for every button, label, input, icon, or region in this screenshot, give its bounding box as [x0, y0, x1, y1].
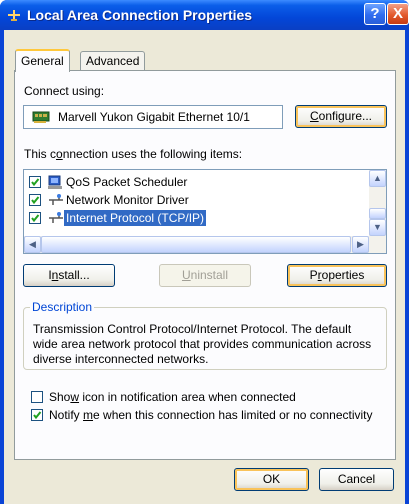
help-button[interactable]: ?: [364, 3, 386, 25]
scroll-down-icon[interactable]: ▼: [369, 219, 386, 236]
general-tab-panel: Connect using: Marvell Yukon Gigabit Eth…: [14, 70, 396, 460]
item-label: Network Monitor Driver: [66, 193, 189, 207]
install-button[interactable]: Install...: [23, 264, 115, 287]
qos-icon: [47, 174, 65, 190]
tab-general[interactable]: General: [15, 49, 70, 72]
scroll-left-icon[interactable]: ◀: [24, 236, 41, 253]
horizontal-scrollbar[interactable]: ◀ ▶: [24, 236, 386, 253]
properties-dialog: Local Area Connection Properties ? X Gen…: [0, 0, 409, 504]
adapter-name: Marvell Yukon Gigabit Ethernet 10/1: [58, 110, 250, 124]
item-checkbox[interactable]: [29, 194, 41, 206]
scroll-thumb[interactable]: [369, 208, 386, 219]
list-item[interactable]: Network Monitor Driver: [24, 191, 364, 209]
ok-button[interactable]: OK: [234, 468, 309, 491]
components-list[interactable]: QoS Packet Scheduler Network Monitor Dri…: [23, 169, 387, 254]
item-label: QoS Packet Scheduler: [66, 175, 188, 189]
notify-checkbox[interactable]: [31, 409, 43, 421]
network-adapter-icon: [32, 110, 50, 124]
cancel-button[interactable]: Cancel: [319, 468, 394, 491]
uninstall-button[interactable]: Uninstall: [159, 264, 251, 287]
show-icon-label: Show icon in notification area when conn…: [49, 390, 296, 404]
items-label: This connection uses the following items…: [24, 147, 243, 161]
item-checkbox[interactable]: [29, 212, 41, 224]
item-checkbox[interactable]: [29, 176, 41, 188]
description-text: Transmission Control Protocol/Internet P…: [33, 322, 372, 366]
item-label: Internet Protocol (TCP/IP): [64, 210, 207, 226]
adapter-field: Marvell Yukon Gigabit Ethernet 10/1: [23, 105, 283, 129]
close-button[interactable]: X: [387, 3, 409, 25]
connect-using-label: Connect using:: [24, 84, 105, 98]
dialog-client-area: General Advanced Connect using: Marvell …: [4, 30, 405, 504]
scroll-right-icon[interactable]: ▶: [352, 236, 369, 253]
tab-advanced[interactable]: Advanced: [80, 51, 146, 71]
list-item[interactable]: QoS Packet Scheduler: [24, 173, 364, 191]
show-icon-checkbox[interactable]: [31, 391, 43, 403]
window-title: Local Area Connection Properties: [27, 7, 253, 23]
horizontal-scroll-thumb[interactable]: [41, 236, 351, 253]
properties-button[interactable]: Properties: [287, 264, 387, 287]
list-item-selected[interactable]: Internet Protocol (TCP/IP): [24, 209, 364, 227]
configure-button[interactable]: Configure...: [295, 105, 387, 128]
network-connection-icon: [6, 7, 22, 23]
scroll-up-icon[interactable]: ▲: [369, 170, 386, 187]
notify-label: Notify me when this connection has limit…: [49, 408, 373, 422]
title-bar[interactable]: Local Area Connection Properties ? X: [0, 0, 409, 30]
vertical-scrollbar[interactable]: ▲ ▼: [369, 170, 386, 236]
network-protocol-icon: [47, 192, 65, 208]
description-group: Description Transmission Control Protoco…: [23, 300, 387, 370]
description-title: Description: [30, 300, 95, 314]
network-protocol-icon: [47, 210, 65, 226]
